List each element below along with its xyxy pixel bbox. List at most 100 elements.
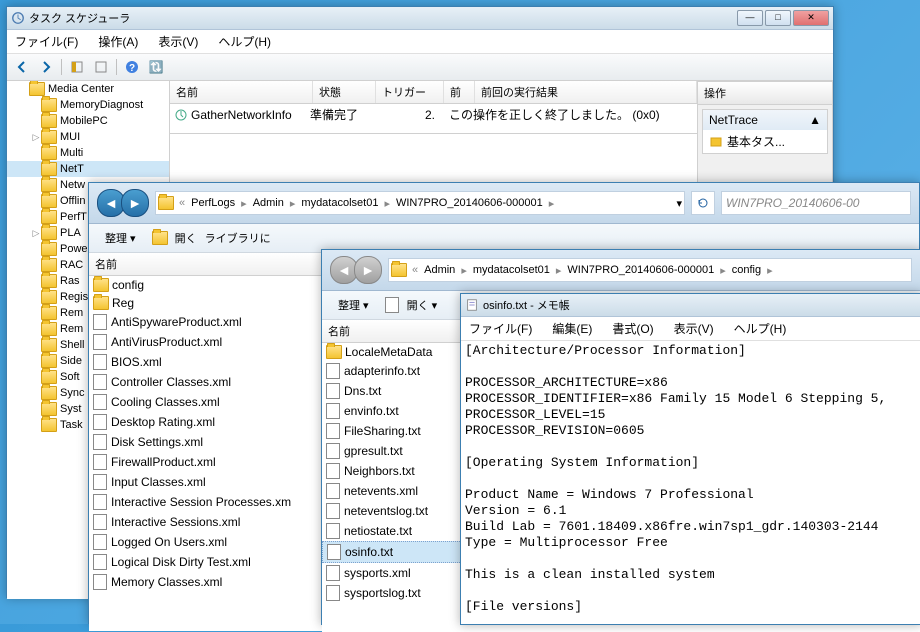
address-bar[interactable]: « Admin▸ mydatacolset01▸ WIN7PRO_2014060…: [388, 258, 912, 282]
open-button[interactable]: 開く ▾: [385, 297, 438, 313]
maximize-button[interactable]: □: [765, 10, 791, 26]
file-icon: [93, 374, 107, 390]
tree-item[interactable]: ▷ MUI: [7, 129, 169, 145]
folder-icon: [41, 386, 57, 400]
folder-icon: [391, 263, 407, 277]
expander-icon[interactable]: ▷: [31, 132, 41, 143]
help-button[interactable]: ?: [121, 56, 143, 78]
library-button[interactable]: ライブラリに: [205, 230, 271, 246]
file-icon: [326, 363, 340, 379]
show-hide-button[interactable]: [66, 56, 88, 78]
dropdown-icon[interactable]: ▾: [676, 197, 682, 210]
text-content[interactable]: [Architecture/Processor Information] PRO…: [461, 341, 920, 631]
refresh-button[interactable]: 🔃: [145, 56, 167, 78]
folder-icon: [41, 370, 57, 384]
file-icon: [327, 544, 341, 560]
crumb[interactable]: WIN7PRO_20140606-000001: [392, 197, 547, 209]
crumb[interactable]: Admin: [249, 197, 288, 209]
tree-item[interactable]: MemoryDiagnost: [7, 97, 169, 113]
file-name: Logged On Users.xml: [111, 535, 227, 549]
menu-edit[interactable]: 編集(E): [548, 319, 596, 338]
tree-label: Multi: [60, 147, 83, 159]
file-name: sysports.xml: [344, 566, 411, 580]
titlebar[interactable]: タスク スケジューラ — □ ✕: [7, 7, 833, 30]
refresh-button[interactable]: [691, 191, 715, 215]
col-next[interactable]: 前: [444, 81, 475, 103]
svg-text:?: ?: [129, 63, 135, 74]
file-name: netiostate.txt: [344, 524, 412, 538]
file-name: Memory Classes.xml: [111, 575, 222, 589]
file-name: FileSharing.txt: [344, 424, 421, 438]
file-name: BIOS.xml: [111, 355, 162, 369]
folder-icon: [41, 354, 57, 368]
nav-forward-button[interactable]: ►: [354, 256, 382, 284]
crumb[interactable]: mydatacolset01: [297, 197, 382, 209]
file-name: Dns.txt: [344, 384, 381, 398]
search-box[interactable]: WIN7PRO_20140606-00: [721, 191, 911, 215]
menu-help[interactable]: ヘルプ(H): [214, 32, 275, 51]
forward-button[interactable]: [35, 56, 57, 78]
folder-icon: [41, 290, 57, 304]
file-icon: [93, 554, 107, 570]
crumb[interactable]: Admin: [420, 264, 459, 276]
folder-icon: [29, 82, 45, 96]
organize-button[interactable]: 整理 ▾: [97, 227, 144, 249]
folder-icon: [41, 178, 57, 192]
folder-icon: [41, 162, 57, 176]
actions-group[interactable]: NetTrace▲: [703, 110, 827, 130]
tree-item[interactable]: MobilePC: [7, 113, 169, 129]
expander-icon[interactable]: ▷: [31, 228, 41, 239]
menu-help[interactable]: ヘルプ(H): [730, 319, 791, 338]
col-state[interactable]: 状態: [313, 81, 376, 103]
file-name: Controller Classes.xml: [111, 375, 231, 389]
nav-forward-button[interactable]: ►: [121, 189, 149, 217]
actions-item[interactable]: 基本タス...: [703, 130, 827, 153]
open-button[interactable]: 開く: [152, 230, 197, 246]
file-icon: [326, 523, 340, 539]
menu-format[interactable]: 書式(O): [608, 319, 657, 338]
toolbar: ? 🔃: [7, 54, 833, 81]
file-name: Interactive Sessions.xml: [111, 515, 240, 529]
organize-button[interactable]: 整理 ▾: [330, 294, 377, 316]
task-list[interactable]: 名前 状態 トリガー 前 前回の実行結果 GatherNetworkInfo 準…: [170, 81, 697, 134]
tree-label: MUI: [60, 131, 80, 143]
minimize-button[interactable]: —: [737, 10, 763, 26]
col-result[interactable]: 前回の実行結果: [475, 81, 697, 103]
crumb[interactable]: config: [728, 264, 765, 276]
file-name: AntiSpywareProduct.xml: [111, 315, 242, 329]
folder-icon: [41, 322, 57, 336]
crumb[interactable]: WIN7PRO_20140606-000001: [563, 264, 718, 276]
folder-icon: [41, 258, 57, 272]
back-button[interactable]: [11, 56, 33, 78]
file-name: Desktop Rating.xml: [111, 415, 215, 429]
clock-icon: [174, 108, 188, 122]
menu-file[interactable]: ファイル(F): [465, 319, 536, 338]
tree-item[interactable]: Media Center: [7, 81, 169, 97]
close-button[interactable]: ✕: [793, 10, 829, 26]
folder-icon: [41, 306, 57, 320]
file-name: Reg: [112, 296, 134, 310]
properties-button[interactable]: [90, 56, 112, 78]
file-icon: [326, 463, 340, 479]
crumb[interactable]: PerfLogs: [187, 197, 239, 209]
file-icon: [385, 297, 399, 313]
menu-view[interactable]: 表示(V): [670, 319, 718, 338]
tree-item[interactable]: Multi: [7, 145, 169, 161]
folder-icon: [41, 242, 57, 256]
file-icon: [93, 534, 107, 550]
col-name[interactable]: 名前: [170, 81, 313, 103]
col-trigger[interactable]: トリガー: [376, 81, 444, 103]
notepad-window: osinfo.txt - メモ帳 ファイル(F) 編集(E) 書式(O) 表示(…: [460, 293, 920, 625]
tree-item[interactable]: NetT: [7, 161, 169, 177]
folder-icon: [41, 98, 57, 112]
menu-action[interactable]: 操作(A): [94, 32, 142, 51]
tree-label: RAC: [60, 259, 83, 271]
file-name: Input Classes.xml: [111, 475, 206, 489]
task-row[interactable]: GatherNetworkInfo 準備完了 2. この操作を正しく終了しました…: [170, 104, 697, 125]
crumb[interactable]: mydatacolset01: [469, 264, 554, 276]
titlebar[interactable]: osinfo.txt - メモ帳: [461, 294, 920, 317]
file-name: sysportslog.txt: [344, 586, 421, 600]
address-bar[interactable]: « PerfLogs▸ Admin▸ mydatacolset01▸ WIN7P…: [155, 191, 685, 215]
menu-view[interactable]: 表示(V): [154, 32, 202, 51]
menu-file[interactable]: ファイル(F): [11, 32, 82, 51]
